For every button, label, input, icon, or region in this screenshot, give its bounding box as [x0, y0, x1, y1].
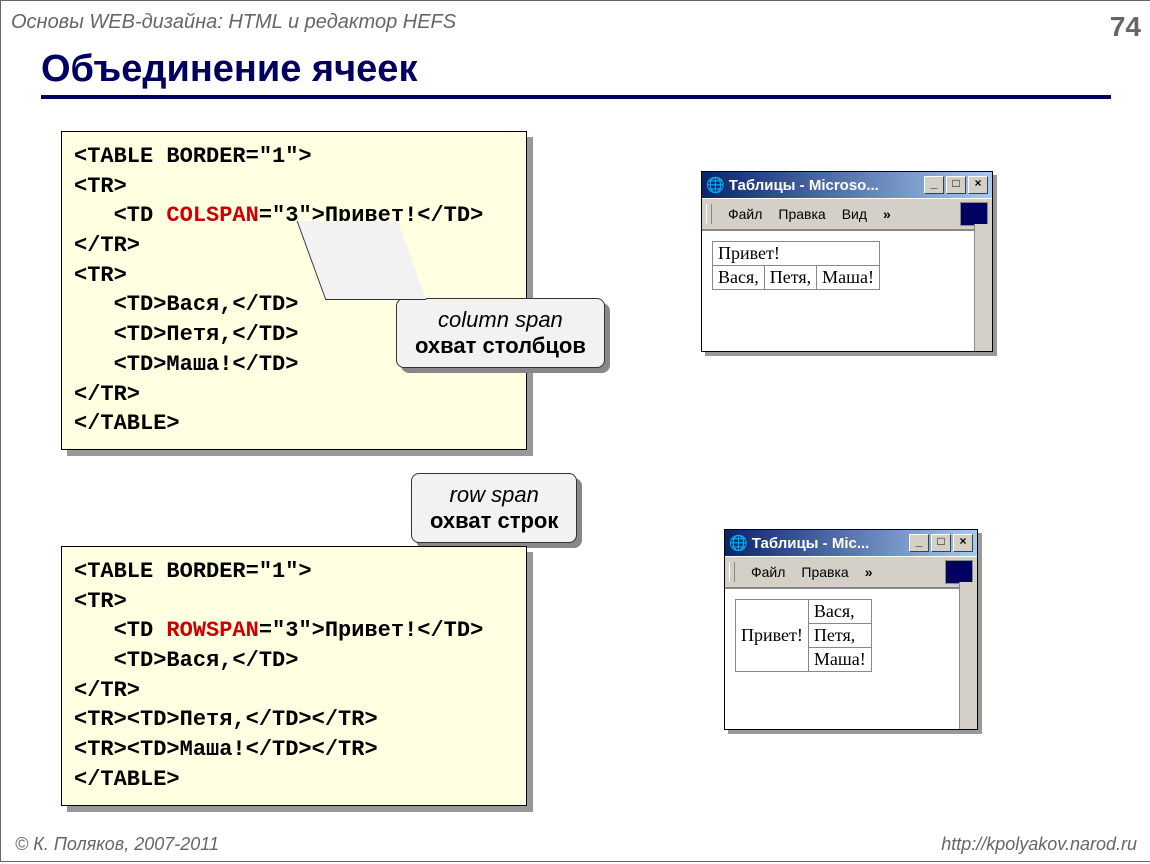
window-title: Таблицы - Mic...	[752, 535, 870, 552]
menu-file[interactable]: Файл	[745, 564, 791, 580]
code-line: <TABLE BORDER="1">	[74, 557, 514, 587]
window-title: Таблицы - Microso...	[729, 177, 879, 194]
minimize-button[interactable]: _	[924, 176, 944, 194]
code-block-colspan: <TABLE BORDER="1"> <TR> <TD COLSPAN="3">…	[61, 131, 527, 450]
close-button[interactable]: ×	[953, 534, 973, 552]
slide-title: Объединение ячеек	[41, 48, 1141, 93]
ie-throbber-icon	[960, 202, 988, 226]
callout-line1: column span	[415, 307, 586, 333]
preview-table: Привет! Вася, Петя, Маша!	[712, 241, 880, 290]
maximize-button[interactable]: □	[931, 534, 951, 552]
callout-line2: охват строк	[430, 508, 558, 534]
window-menubar: Файл Правка »	[725, 556, 977, 588]
menu-edit[interactable]: Правка	[795, 564, 854, 580]
code-line: <TR>	[74, 172, 514, 202]
window-client-area: Привет! Вася, Петя, Маша!	[725, 588, 977, 729]
code-line: </TR>	[74, 676, 514, 706]
preview-table: Привет! Вася, Петя, Маша!	[735, 599, 872, 672]
ie-throbber-icon	[945, 560, 973, 584]
maximize-button[interactable]: □	[946, 176, 966, 194]
browser-window-colspan: 🌐 Таблицы - Microso... _ □ × Файл Правка…	[701, 171, 993, 352]
table-cell: Вася,	[713, 266, 765, 290]
menu-chevron[interactable]: »	[877, 206, 897, 222]
table-cell: Маша!	[817, 266, 880, 290]
course-title: Основы WEB-дизайна: HTML и редактор HEFS	[11, 11, 456, 34]
code-line: </TABLE>	[74, 409, 514, 439]
code-block-rowspan: <TABLE BORDER="1"> <TR> <TD ROWSPAN="3">…	[61, 546, 527, 806]
menu-chevron[interactable]: »	[859, 564, 879, 580]
callout-line1: row span	[430, 482, 558, 508]
window-client-area: Привет! Вася, Петя, Маша!	[702, 230, 992, 351]
table-cell: Привет!	[713, 242, 880, 266]
ie-icon: 🌐	[706, 176, 725, 194]
window-titlebar: 🌐 Таблицы - Mic... _ □ ×	[725, 530, 977, 556]
menu-view[interactable]: Вид	[836, 206, 873, 222]
colspan-keyword: COLSPAN	[166, 203, 258, 228]
title-underline	[41, 95, 1111, 99]
code-line: <TABLE BORDER="1">	[74, 142, 514, 172]
table-cell: Вася,	[808, 600, 871, 624]
ie-icon: 🌐	[729, 534, 748, 552]
code-line: </TR>	[74, 231, 514, 261]
browser-window-rowspan: 🌐 Таблицы - Mic... _ □ × Файл Правка » П…	[724, 529, 978, 730]
code-line: </TR>	[74, 380, 514, 410]
close-button[interactable]: ×	[968, 176, 988, 194]
code-line: <TR><TD>Маша!</TD></TR>	[74, 735, 514, 765]
page-number: 74	[1110, 11, 1141, 43]
code-line: </TABLE>	[74, 765, 514, 795]
toolbar-grip	[729, 562, 735, 582]
copyright: © К. Поляков, 2007-2011	[15, 834, 219, 855]
callout-column-span: column span охват столбцов	[396, 298, 605, 368]
menu-edit[interactable]: Правка	[772, 206, 831, 222]
toolbar-grip	[706, 204, 712, 224]
minimize-button[interactable]: _	[909, 534, 929, 552]
menu-file[interactable]: Файл	[722, 206, 768, 222]
scrollbar[interactable]	[959, 582, 977, 729]
table-cell: Петя,	[808, 624, 871, 648]
window-titlebar: 🌐 Таблицы - Microso... _ □ ×	[702, 172, 992, 198]
code-line: <TD>Вася,</TD>	[74, 646, 514, 676]
code-line: <TD ROWSPAN="3">Привет!</TD>	[74, 616, 514, 646]
code-line: <TD COLSPAN="3">Привет!</TD>	[74, 201, 514, 231]
rowspan-keyword: ROWSPAN	[166, 618, 258, 643]
table-cell: Привет!	[736, 600, 809, 672]
code-line: <TR><TD>Петя,</TD></TR>	[74, 705, 514, 735]
window-menubar: Файл Правка Вид »	[702, 198, 992, 230]
code-line: <TR>	[74, 587, 514, 617]
callout-row-span: row span охват строк	[411, 473, 577, 543]
scrollbar[interactable]	[974, 224, 992, 351]
table-cell: Маша!	[808, 648, 871, 672]
callout-line2: охват столбцов	[415, 333, 586, 359]
footer-url: http://kpolyakov.narod.ru	[941, 834, 1137, 855]
table-cell: Петя,	[764, 266, 816, 290]
code-line: <TR>	[74, 261, 514, 291]
